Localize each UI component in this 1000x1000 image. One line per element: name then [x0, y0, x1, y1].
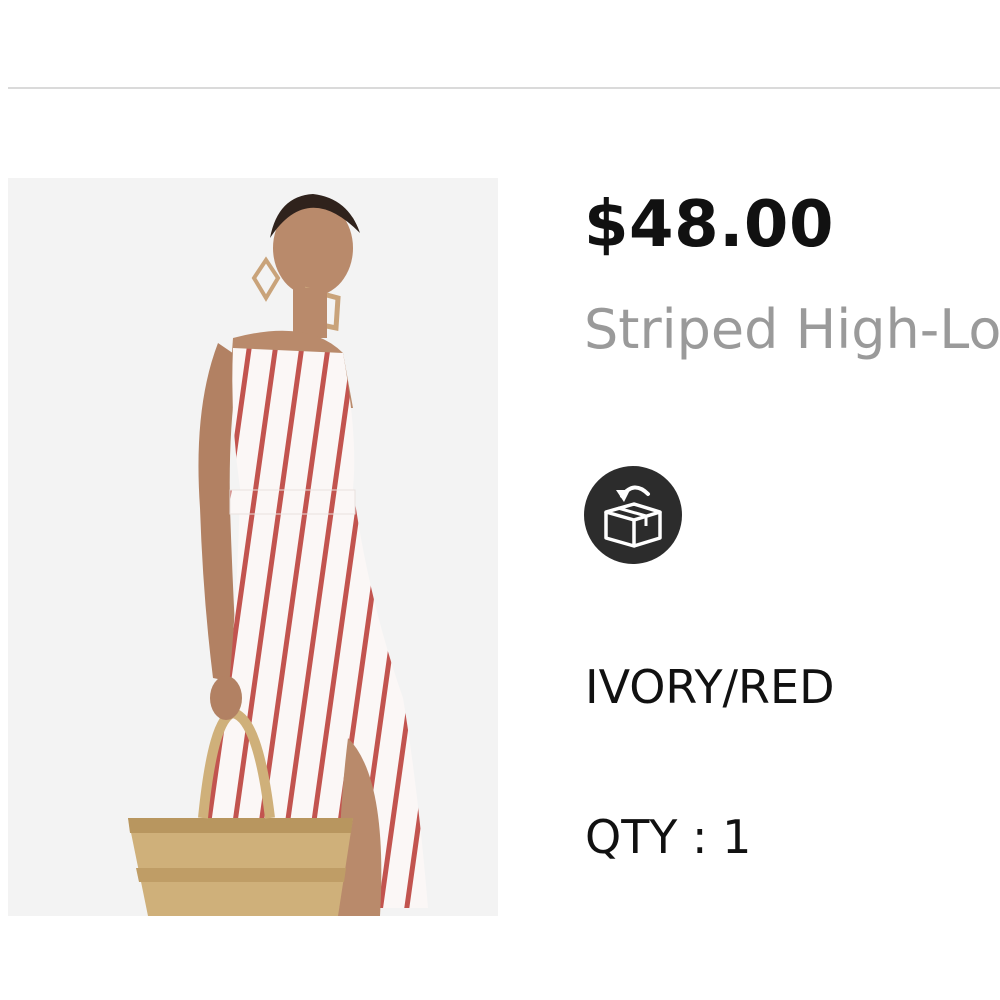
top-divider	[8, 87, 1000, 89]
product-price: $48.00	[584, 188, 834, 262]
product-color: IVORY/RED	[585, 660, 835, 714]
box-return-icon[interactable]	[584, 466, 682, 564]
product-image[interactable]	[8, 178, 498, 916]
product-name[interactable]: Striped High-Lo	[584, 298, 1000, 361]
cart-item-page: $48.00 Striped High-Lo IVORY/RED QTY : 1	[0, 0, 1000, 1000]
product-quantity[interactable]: QTY : 1	[585, 810, 751, 864]
